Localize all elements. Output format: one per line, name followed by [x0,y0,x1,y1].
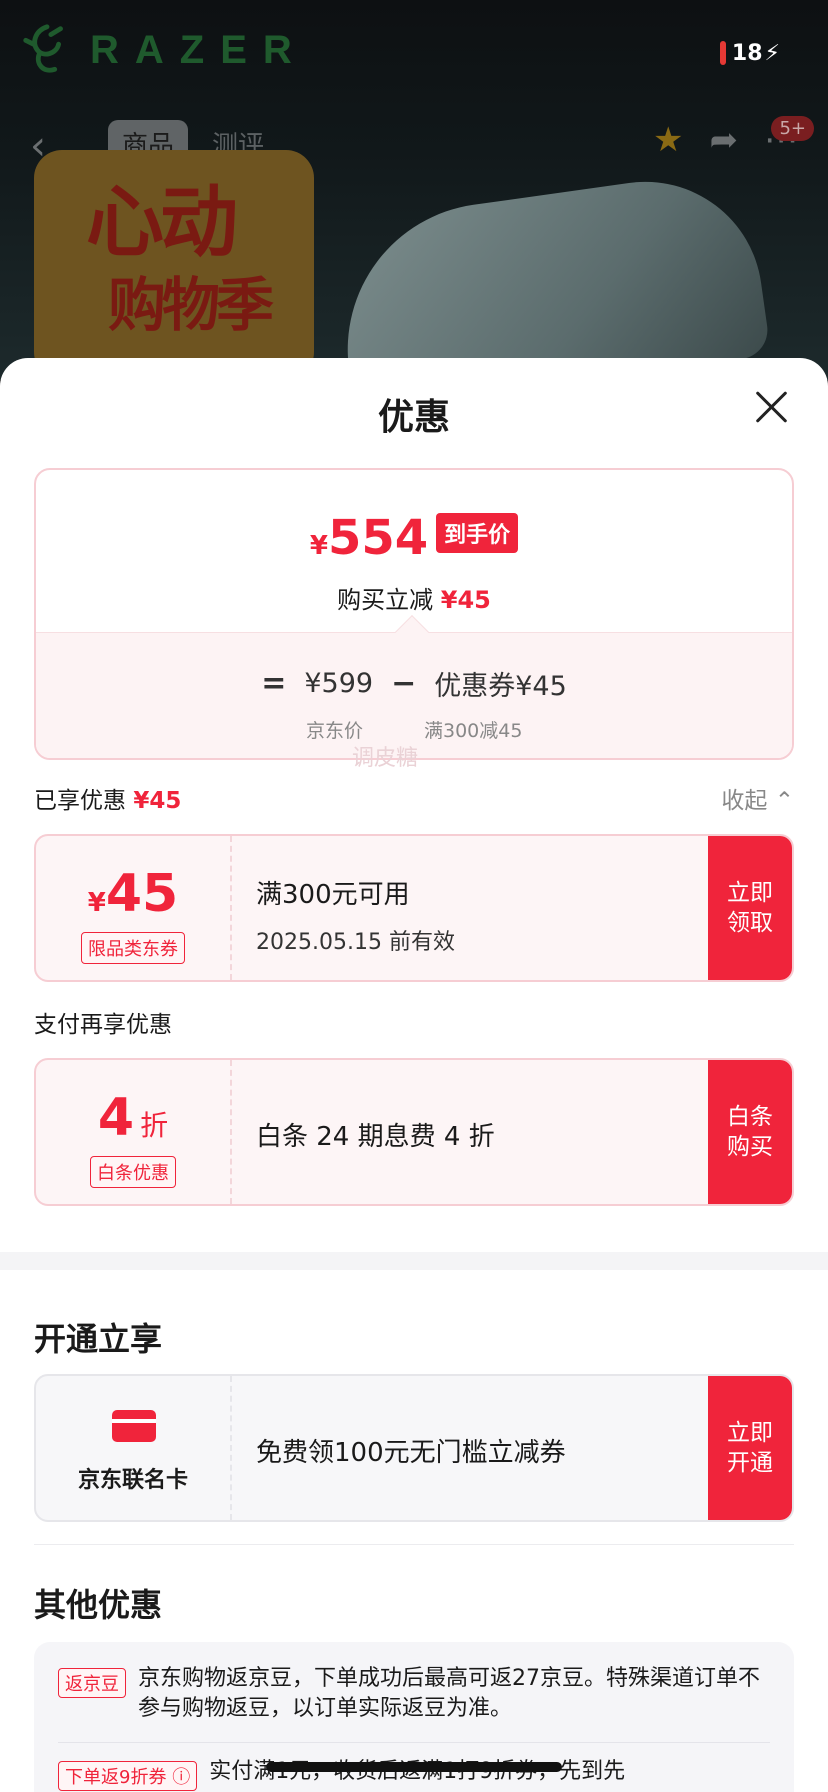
promo-banner: 心动 购物季 [34,150,314,380]
card-offer-details: 免费领100元无门槛立减券 [256,1376,702,1520]
razer-snake-icon [23,24,63,73]
coupon-currency: ¥ [87,888,106,918]
baitiao-discount-unit: 折 [140,1109,169,1142]
baitiao-details: 白条 24 期息费 4 折 [256,1060,702,1204]
other-discount-text: 京东购物返京豆，下单成功后最高可返27京豆。特殊渠道订单不参与购物返豆，以订单实… [138,1666,760,1721]
star-icon[interactable]: ★ [653,120,683,160]
jd-price-label: 京东价 [306,720,364,742]
coupon-value: ¥45 [36,864,230,924]
minus-sign: − [391,666,417,701]
close-icon[interactable] [754,390,788,424]
jd-price: ¥599 [304,668,374,699]
payment-discount-label: 支付再享优惠 [34,1012,172,1038]
promo-line-1: 心动 [86,178,238,268]
coupon-deduction: 优惠券¥45 [434,671,567,702]
lightning-icon: ⚡ [764,40,780,66]
home-indicator[interactable] [266,1762,562,1772]
collapse-button[interactable]: 收起 ⌃ [721,781,794,815]
collapse-label: 收起 [721,788,768,814]
coupon-value-block: ¥45 限品类东券 [36,836,232,980]
promo-line-2: 购物季 [108,271,274,339]
price-summary-card: ¥554 到手价 购买立减 ¥45 = ¥599 − 优惠券¥45 京东价 满30… [34,468,794,760]
product-image [328,166,772,380]
other-discounts-heading: 其他优惠 [34,1586,163,1624]
coupon-amount: 45 [105,864,179,924]
brand-header: RAZER [18,20,308,80]
instant-discount-amount: ¥45 [440,586,491,614]
final-price-tag: 到手价 [436,513,519,553]
baitiao-tag: 白条优惠 [90,1156,176,1188]
coupon-rule: 满300减45 [424,720,523,742]
status-indicator: 18 ⚡ [714,38,788,68]
equals-sign: = [261,666,287,701]
list-item: 返京豆 京东购物返京豆，下单成功后最高可返27京豆。特殊渠道订单不参与购物返豆，… [58,1664,770,1724]
baitiao-value-block: 4折 白条优惠 [36,1060,232,1204]
co-branded-card-offer: 京东联名卡 免费领100元无门槛立减券 立即开通 [34,1374,794,1522]
enjoyed-discount-label: 已享优惠 ¥45 [34,781,181,815]
info-icon[interactable]: ⓘ [172,1767,190,1788]
card-offer-description: 免费领100元无门槛立减券 [256,1438,566,1468]
coupon-condition: 满300元可用 [256,880,410,910]
baitiao-discount-value: 4 [97,1088,135,1148]
claim-coupon-button[interactable]: 立即领取 [708,836,792,980]
baitiao-description: 白条 24 期息费 4 折 [256,1122,495,1152]
baitiao-discount: 4折 [36,1088,230,1148]
credit-card-icon [112,1410,156,1442]
enjoyed-label-text: 已享优惠 [34,788,126,814]
divider-line [34,1544,794,1545]
badge-label: 下单返9折券 [65,1767,167,1788]
coupon-type-tag: 限品类东券 [81,932,185,964]
baitiao-offer-card: 4折 白条优惠 白条 24 期息费 4 折 白条购买 [34,1058,794,1206]
section-divider [0,1252,828,1270]
instant-discount-label: 购买立减 [337,586,434,614]
sheet-title: 优惠 [377,397,450,438]
list-divider [58,1742,770,1743]
enjoyed-amount: ¥45 [133,788,182,814]
instant-discount-row: 购买立减 ¥45 [36,580,792,615]
card-block: 京东联名卡 [36,1376,232,1520]
coupon-details: 满300元可用 2025.05.15 前有效 [256,836,702,980]
payment-discount-header: 支付再享优惠 [34,1004,794,1040]
share-icon[interactable]: ➦ [710,120,739,160]
baitiao-buy-button[interactable]: 白条购买 [708,1060,792,1204]
brand-logo-text: RAZER [90,27,308,72]
enjoyed-discount-header: 已享优惠 ¥45 收起 ⌃ [34,780,794,816]
card-label: 京东联名卡 [77,1468,188,1493]
discount-sheet: 优惠 ¥554 到手价 购买立减 ¥45 = ¥599 − 优惠券¥45 京东价 … [0,358,828,1792]
open-benefits-heading: 开通立享 [34,1320,163,1358]
final-price-row: ¥554 到手价 [36,510,792,566]
product-page-background: RAZER 18 ⚡ ‹ 商品 测评 ★ ➦ ⋯ 5+ 心动 购物季 [0,0,828,380]
open-card-button[interactable]: 立即开通 [708,1376,792,1520]
other-discount-badge: 下单返9折券 ⓘ [58,1761,198,1791]
coupon-expiry: 2025.05.15 前有效 [256,930,455,955]
other-discount-badge: 返京豆 [58,1668,126,1698]
final-price: 554 [327,510,429,566]
status-bar-icon [719,41,726,65]
chevron-up-icon: ⌃ [774,788,794,814]
currency-symbol: ¥ [309,531,328,561]
coupon-card: ¥45 限品类东券 满300元可用 2025.05.15 前有效 立即领取 [34,834,794,982]
status-value: 18 [731,40,763,66]
price-calculation: = ¥599 − 优惠券¥45 [36,664,792,703]
watermark-text: 调皮糖 [352,746,419,771]
message-count-badge: 5+ [771,116,814,141]
